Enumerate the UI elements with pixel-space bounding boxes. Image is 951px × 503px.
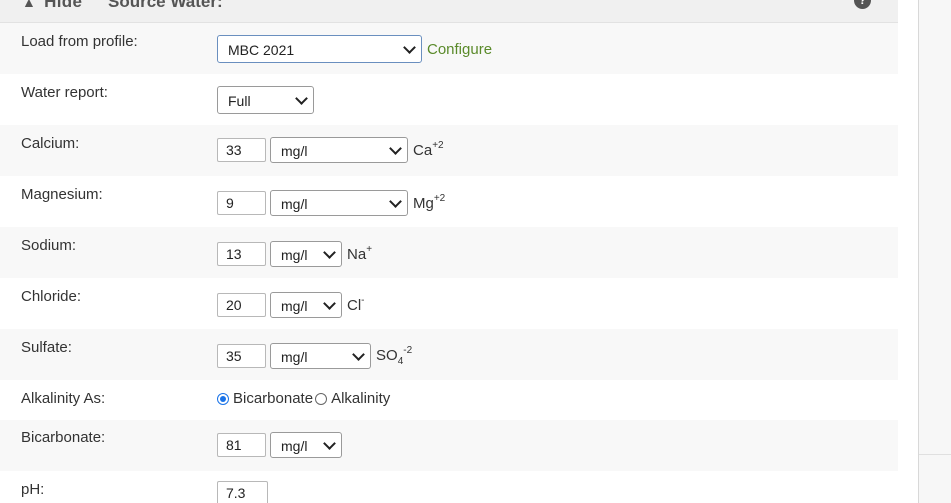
right-sidebar xyxy=(898,0,951,503)
sulfate-controls: mg/l SO4-2 xyxy=(217,343,412,369)
chloride-ion-symbol: Cl xyxy=(347,297,362,314)
configure-link[interactable]: Configure xyxy=(427,41,492,58)
sulfate-unit-select[interactable]: mg/l xyxy=(270,343,371,369)
sidebar-divider xyxy=(918,0,919,503)
bicarbonate-unit-value: mg/l xyxy=(281,438,308,454)
row-magnesium: Magnesium: mg/l Mg+2 xyxy=(0,176,898,227)
sulfate-ion-subscript: 4 xyxy=(397,355,404,367)
magnesium-ion-charge: +2 xyxy=(433,193,446,204)
sulfate-input[interactable] xyxy=(217,344,266,368)
ph-controls xyxy=(217,481,268,503)
bicarbonate-controls: mg/l xyxy=(217,432,342,458)
sodium-label: Sodium: xyxy=(21,237,77,254)
profile-select-value: MBC 2021 xyxy=(228,42,295,58)
sulfate-ion: SO4-2 xyxy=(376,344,413,367)
water-report-controls: Full xyxy=(217,86,314,114)
calcium-label: Calcium: xyxy=(21,135,80,152)
calcium-controls: mg/l Ca+2 xyxy=(217,137,444,163)
row-ph: pH: xyxy=(0,471,898,503)
chevron-down-icon xyxy=(323,437,336,450)
water-report-select[interactable]: Full xyxy=(217,86,314,114)
chevron-down-icon xyxy=(323,246,336,259)
chloride-unit-value: mg/l xyxy=(281,298,308,314)
chloride-controls: mg/l Cl- xyxy=(217,292,365,318)
row-sodium: Sodium: mg/l Na+ xyxy=(0,227,898,278)
alkalinity-as-label: Alkalinity As: xyxy=(21,390,106,407)
sulfate-label: Sulfate: xyxy=(21,339,72,356)
row-bicarbonate: Bicarbonate: mg/l xyxy=(0,420,898,471)
sodium-ion-charge: + xyxy=(366,244,373,255)
chevron-down-icon xyxy=(389,195,402,208)
alkalinity-radio[interactable] xyxy=(315,392,328,405)
calcium-unit-value: mg/l xyxy=(281,143,308,159)
collapse-triangle-icon: ▲ xyxy=(22,0,37,10)
chloride-input[interactable] xyxy=(217,293,266,317)
sodium-ion: Na+ xyxy=(347,244,373,263)
magnesium-unit-value: mg/l xyxy=(281,196,308,212)
sidebar-panel xyxy=(919,0,951,503)
row-sulfate: Sulfate: mg/l SO4-2 xyxy=(0,329,898,380)
magnesium-input[interactable] xyxy=(217,191,266,215)
row-chloride: Chloride: mg/l Cl- xyxy=(0,278,898,329)
help-icon[interactable]: ? xyxy=(854,0,871,9)
sulfate-ion-symbol: SO xyxy=(376,346,398,364)
ph-label: pH: xyxy=(21,481,45,498)
sidebar-separator xyxy=(919,454,951,455)
chloride-unit-select[interactable]: mg/l xyxy=(270,292,342,318)
calcium-input[interactable] xyxy=(217,138,266,162)
magnesium-ion-symbol: Mg xyxy=(413,195,434,212)
row-water-report: Water report: Full xyxy=(0,74,898,125)
sulfate-ion-charge: -2 xyxy=(403,344,413,356)
magnesium-controls: mg/l Mg+2 xyxy=(217,190,445,216)
source-water-panel: ▲ Hide Source Water: ? Load from profile:… xyxy=(0,0,898,503)
sodium-input[interactable] xyxy=(217,242,266,266)
calcium-ion-charge: +2 xyxy=(432,140,444,151)
row-load-profile: Load from profile: MBC 2021 Configure xyxy=(0,23,898,74)
bicarbonate-radio-label[interactable]: Bicarbonate xyxy=(233,390,313,407)
row-calcium: Calcium: mg/l Ca+2 xyxy=(0,125,898,176)
row-alkalinity-as: Alkalinity As: Bicarbonate Alkalinity xyxy=(0,380,898,420)
ph-input[interactable] xyxy=(217,481,268,503)
magnesium-ion: Mg+2 xyxy=(413,193,446,212)
chevron-down-icon xyxy=(403,41,416,54)
chloride-label: Chloride: xyxy=(21,288,82,305)
bicarbonate-radio[interactable] xyxy=(217,392,229,405)
magnesium-label: Magnesium: xyxy=(21,186,103,203)
calcium-ion: Ca+2 xyxy=(413,140,444,159)
chloride-ion: Cl- xyxy=(347,295,365,314)
chevron-down-icon xyxy=(389,142,402,155)
hide-label: Hide xyxy=(44,0,83,11)
sodium-unit-select[interactable]: mg/l xyxy=(270,241,342,267)
alkalinity-radio-group: Bicarbonate Alkalinity xyxy=(217,390,392,407)
calcium-unit-select[interactable]: mg/l xyxy=(270,137,408,163)
profile-label: Load from profile: xyxy=(21,33,138,50)
chloride-ion-charge: - xyxy=(361,295,365,306)
profile-controls: MBC 2021 Configure xyxy=(217,35,492,63)
bicarbonate-input[interactable] xyxy=(217,433,266,457)
section-title: Source Water: xyxy=(108,0,223,11)
sodium-ion-symbol: Na xyxy=(347,246,367,263)
chevron-down-icon xyxy=(323,297,336,310)
calcium-ion-symbol: Ca xyxy=(413,142,433,159)
chevron-down-icon xyxy=(352,348,365,361)
hide-toggle[interactable]: ▲ Hide xyxy=(22,0,82,12)
profile-select[interactable]: MBC 2021 xyxy=(217,35,422,63)
sodium-unit-value: mg/l xyxy=(281,247,308,263)
bicarbonate-unit-select[interactable]: mg/l xyxy=(270,432,342,458)
sulfate-unit-value: mg/l xyxy=(281,349,308,365)
bicarbonate-label: Bicarbonate: xyxy=(21,429,106,446)
magnesium-unit-select[interactable]: mg/l xyxy=(270,190,408,216)
water-report-label: Water report: xyxy=(21,84,108,101)
sodium-controls: mg/l Na+ xyxy=(217,241,372,267)
water-report-select-value: Full xyxy=(228,93,251,109)
chevron-down-icon xyxy=(295,92,308,105)
section-header: ▲ Hide Source Water: ? xyxy=(0,0,898,23)
alkalinity-radio-label[interactable]: Alkalinity xyxy=(331,390,390,407)
